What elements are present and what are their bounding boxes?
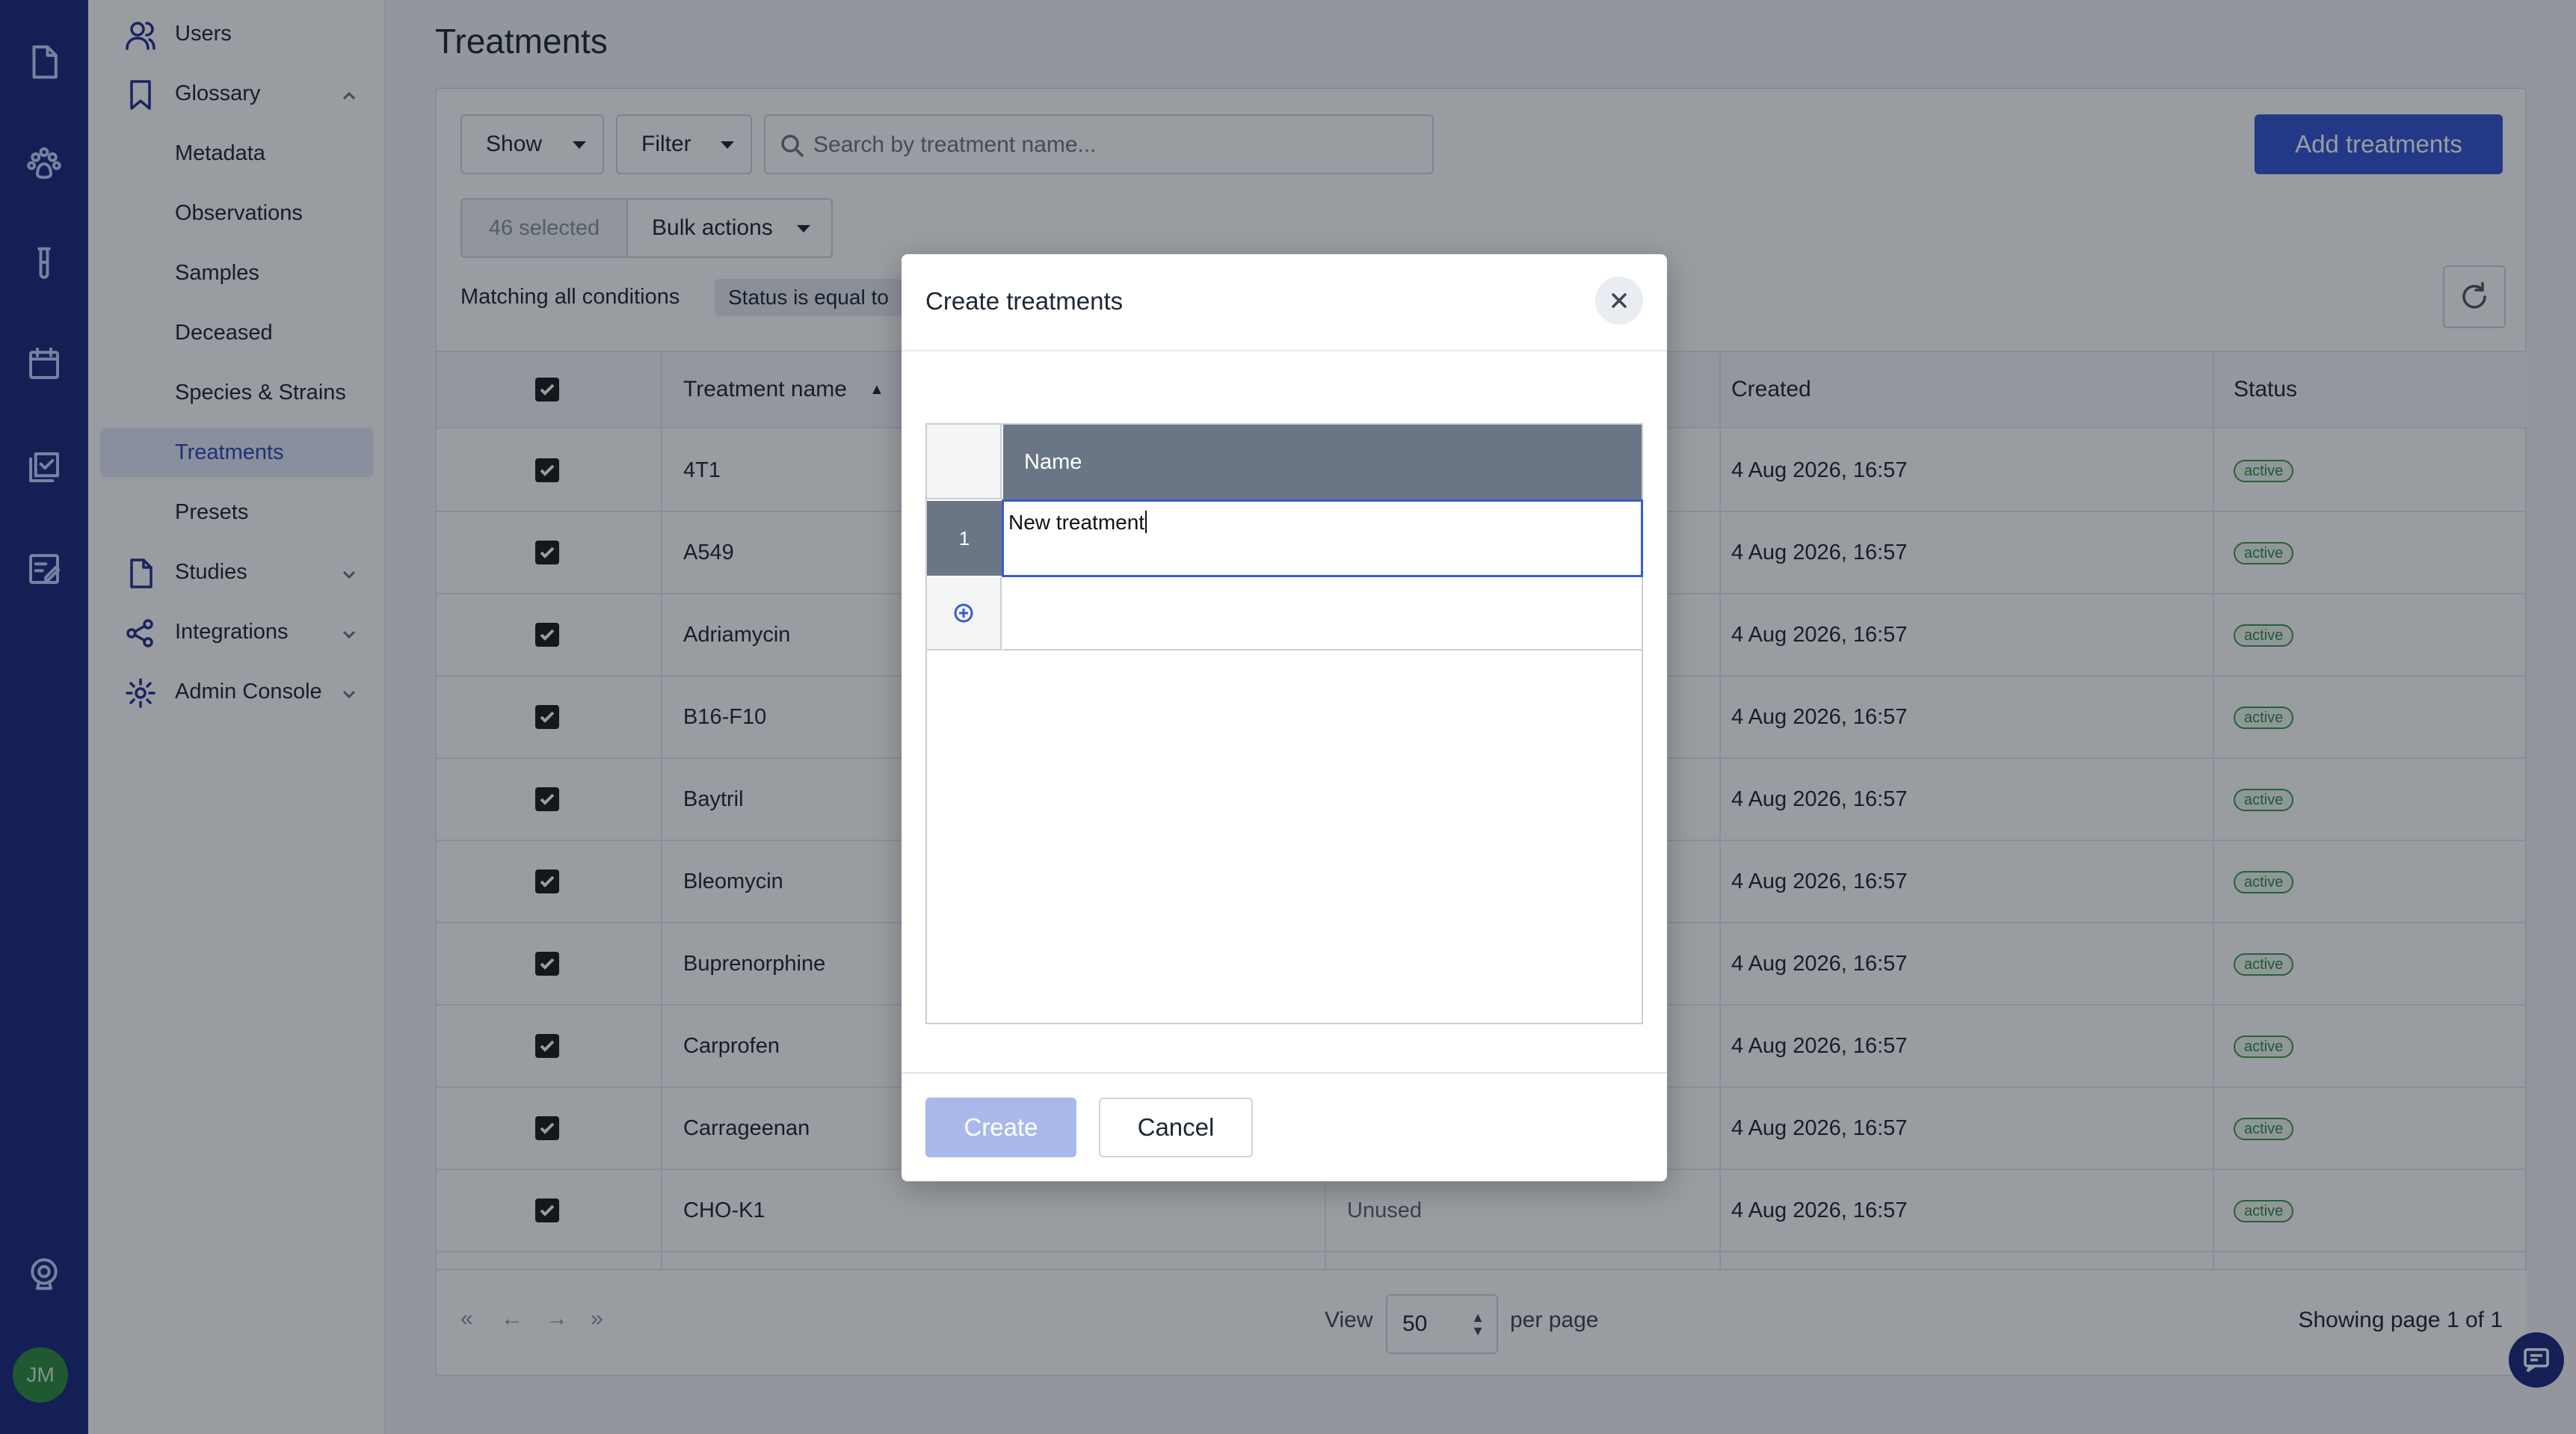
plus-circle-icon — [954, 603, 973, 623]
divider — [902, 1072, 1667, 1074]
cancel-button[interactable]: Cancel — [1099, 1098, 1253, 1157]
modal-title: Create treatments — [925, 287, 1124, 315]
grid-column-header: Name — [1003, 425, 1642, 499]
grid-row-number: 1 — [927, 501, 1002, 576]
close-button[interactable] — [1595, 277, 1643, 324]
grid-empty-row[interactable] — [1003, 577, 1642, 650]
text-cursor — [1145, 511, 1147, 533]
create-treatments-modal: Create treatments Name 1 New treatment C… — [902, 254, 1667, 1181]
create-button[interactable]: Create — [925, 1098, 1076, 1157]
grid-cell-name[interactable]: New treatment — [1002, 499, 1643, 577]
divider — [902, 350, 1667, 351]
grid-corner — [927, 425, 1002, 499]
add-row-button[interactable] — [927, 577, 1002, 650]
close-icon — [1612, 293, 1627, 308]
